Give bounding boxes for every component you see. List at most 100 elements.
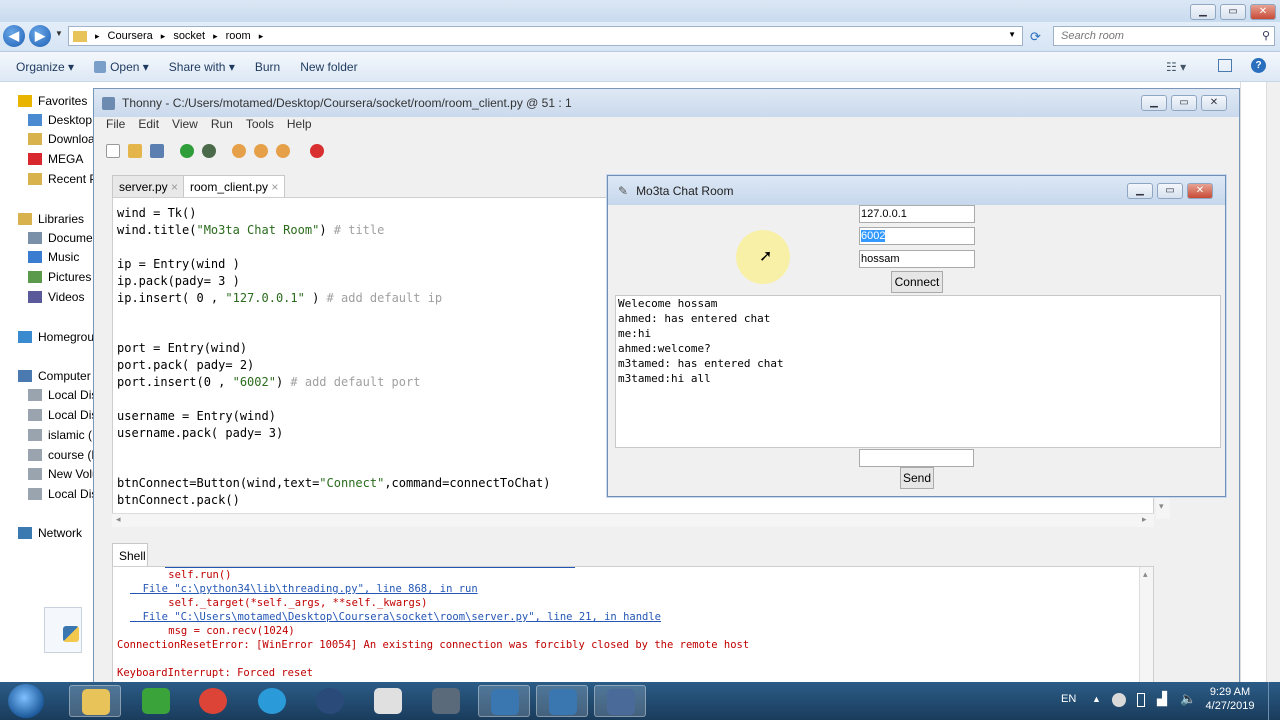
step-over-icon[interactable] — [232, 144, 246, 158]
search-input[interactable]: Search room ⚲ — [1053, 26, 1275, 46]
nav-item[interactable]: Music — [0, 248, 98, 266]
nav-item[interactable]: Homegroup — [0, 328, 98, 346]
menu-view[interactable]: View — [172, 117, 198, 134]
refresh-icon[interactable]: ⟳ — [1030, 29, 1041, 45]
battery-icon[interactable] — [1137, 693, 1145, 707]
taskbar-app[interactable] — [304, 685, 356, 717]
chat-window-title: Mo3ta Chat Room — [636, 183, 734, 198]
taskbar-app[interactable] — [594, 685, 646, 717]
shell-scrollbar[interactable]: ▴ — [1139, 567, 1153, 688]
nav-item[interactable]: islamic (E — [0, 426, 98, 444]
nav-item[interactable]: Local Disk — [0, 406, 98, 424]
taskbar-app[interactable] — [536, 685, 588, 717]
volume-icon[interactable]: 🔈 — [1180, 691, 1196, 707]
traceback-link[interactable]: File "C:\Users\motamed\Desktop\Coursera\… — [130, 611, 661, 625]
back-button[interactable]: ◀ — [3, 25, 25, 47]
step-out-icon[interactable] — [276, 144, 290, 158]
nav-item[interactable]: Recent Places — [0, 170, 98, 188]
close-tab-icon[interactable]: × — [171, 180, 178, 194]
step-into-icon[interactable] — [254, 144, 268, 158]
nav-item[interactable]: Network — [0, 524, 98, 542]
tab-room-client-py[interactable]: room_client.py × — [183, 175, 286, 198]
show-desktop-button[interactable] — [1268, 682, 1280, 720]
send-button[interactable]: Send — [900, 467, 934, 489]
view-options-icon[interactable]: ☷ ▾ — [1166, 60, 1186, 74]
organize-menu[interactable]: Organize ▾ — [0, 60, 84, 74]
nav-item[interactable]: Downloads — [0, 130, 98, 148]
address-dropdown-icon[interactable]: ▼ — [1008, 30, 1016, 39]
taskbar-app[interactable] — [246, 685, 298, 717]
forward-button[interactable]: ▶ — [29, 25, 51, 47]
clock[interactable]: 9:29 AM 4/27/2019 — [1200, 686, 1260, 712]
share-with-menu[interactable]: Share with ▾ — [159, 60, 245, 74]
nav-item[interactable]: Computer — [0, 367, 98, 385]
shell-output[interactable]: self.run() File "c:\python34\lib\threadi… — [112, 566, 1154, 689]
menu-help[interactable]: Help — [287, 117, 312, 134]
recent-pages-chevron-icon[interactable]: ▼ — [55, 29, 63, 38]
taskbar-app[interactable] — [69, 685, 121, 717]
chat-minimize-button[interactable]: ▁ — [1127, 183, 1153, 199]
nav-item[interactable]: Favorites — [0, 92, 98, 110]
nav-item[interactable]: New Volu — [0, 465, 98, 483]
save-file-icon[interactable] — [150, 144, 164, 158]
explorer-close-button[interactable]: ✕ — [1250, 4, 1276, 20]
new-file-icon[interactable] — [106, 144, 120, 158]
python-file-icon[interactable] — [44, 607, 82, 653]
chat-messages[interactable]: Welecome hossam ahmed: has entered chat me… — [615, 295, 1221, 448]
menu-edit[interactable]: Edit — [138, 117, 159, 134]
breadcrumb-item[interactable]: room — [226, 30, 251, 42]
chat-maximize-button[interactable]: ▭ — [1157, 183, 1183, 199]
debug-icon[interactable] — [202, 144, 216, 158]
username-input[interactable]: hossam — [859, 250, 975, 268]
chat-close-button[interactable]: ✕ — [1187, 183, 1213, 199]
thonny-close-button[interactable]: ✕ — [1201, 95, 1227, 111]
taskbar-app[interactable] — [187, 685, 239, 717]
menu-run[interactable]: Run — [211, 117, 233, 134]
nav-item[interactable]: Local Disk — [0, 485, 98, 503]
taskbar-app[interactable] — [478, 685, 530, 717]
menu-file[interactable]: File — [106, 117, 125, 134]
thonny-maximize-button[interactable]: ▭ — [1171, 95, 1197, 111]
open-menu[interactable]: Open ▾ — [84, 60, 159, 74]
tray-app-icon[interactable] — [1112, 693, 1126, 707]
explorer-maximize-button[interactable]: ▭ — [1220, 4, 1246, 20]
message-input[interactable] — [859, 449, 974, 467]
nav-item[interactable]: Desktop — [0, 111, 98, 129]
traceback-link[interactable]: File "c:\python34\lib\threading.py", lin… — [130, 583, 478, 597]
explorer-scrollbar[interactable] — [1266, 82, 1280, 682]
menu-tools[interactable]: Tools — [246, 117, 274, 134]
tab-shell[interactable]: Shell — [112, 543, 148, 567]
open-file-icon[interactable] — [128, 144, 142, 158]
breadcrumb-item[interactable]: Coursera — [108, 30, 153, 42]
taskbar-app[interactable] — [130, 685, 182, 717]
nav-item[interactable]: MEGA — [0, 150, 98, 168]
thonny-minimize-button[interactable]: ▁ — [1141, 95, 1167, 111]
start-button[interactable] — [8, 684, 44, 718]
stop-icon[interactable] — [310, 144, 324, 158]
nav-item[interactable]: Videos — [0, 288, 98, 306]
show-hidden-icons-icon[interactable]: ▲ — [1092, 694, 1101, 704]
editor-horizontal-scrollbar[interactable]: ◂ ▸ — [112, 513, 1154, 527]
nav-item[interactable]: Pictures — [0, 268, 98, 286]
nav-item[interactable]: Documents — [0, 229, 98, 247]
ip-input[interactable]: 127.0.0.1 — [859, 205, 975, 223]
language-indicator[interactable]: EN — [1061, 693, 1076, 705]
breadcrumb-item[interactable]: socket — [173, 30, 205, 42]
network-status-icon[interactable]: ▟ — [1157, 691, 1167, 707]
connect-button[interactable]: Connect — [891, 271, 943, 293]
close-tab-icon[interactable]: × — [271, 180, 278, 194]
port-input[interactable]: 6002 — [859, 227, 975, 245]
nav-item[interactable]: Libraries — [0, 210, 98, 228]
burn-button[interactable]: Burn — [245, 60, 290, 74]
run-icon[interactable] — [180, 144, 194, 158]
nav-item[interactable]: Local Disk — [0, 386, 98, 404]
preview-pane-icon[interactable] — [1218, 59, 1232, 72]
help-icon[interactable]: ? — [1251, 58, 1266, 73]
new-folder-button[interactable]: New folder — [290, 60, 367, 74]
address-bar[interactable]: ▸ Coursera ▸ socket ▸ room ▸ ▼ — [68, 26, 1023, 46]
taskbar-app[interactable] — [362, 685, 414, 717]
tab-server-py[interactable]: server.py × — [112, 175, 186, 197]
explorer-minimize-button[interactable]: ▁ — [1190, 4, 1216, 20]
nav-item[interactable]: course (F — [0, 446, 98, 464]
taskbar-app[interactable] — [420, 685, 472, 717]
